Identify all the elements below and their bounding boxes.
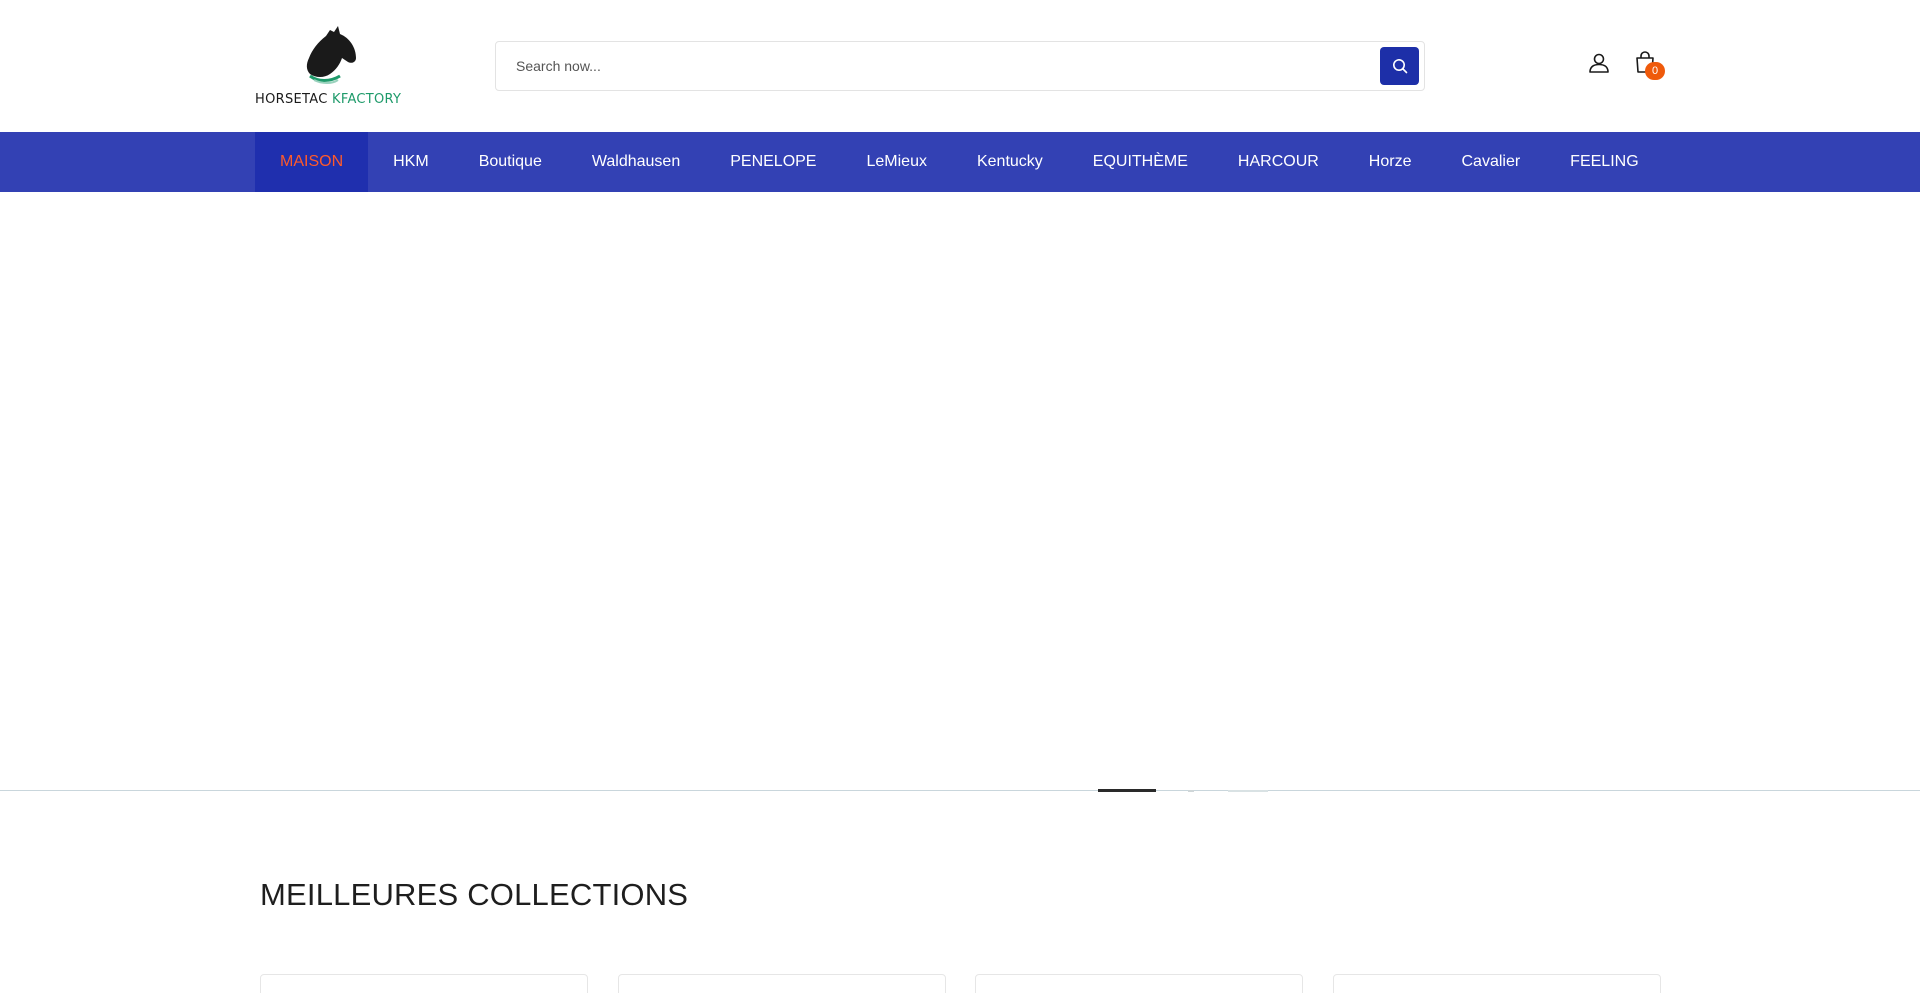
nav-item-feeling[interactable]: FEELING bbox=[1545, 132, 1663, 192]
search-button[interactable] bbox=[1380, 47, 1419, 85]
nav-item-waldhausen[interactable]: Waldhausen bbox=[567, 132, 705, 192]
logo-word-1: HORSETAC bbox=[255, 92, 328, 107]
search-input[interactable] bbox=[516, 42, 1356, 90]
logo-word-2: KFACTORY bbox=[332, 92, 402, 107]
nav-item-lemieux[interactable]: LeMieux bbox=[841, 132, 951, 192]
nav-item-harcour[interactable]: HARCOUR bbox=[1213, 132, 1344, 192]
main-navigation: MAISON HKM Boutique Waldhausen PENELOPE … bbox=[0, 132, 1920, 192]
nav-item-penelope[interactable]: PENELOPE bbox=[705, 132, 841, 192]
site-header: HORSETAC KFACTORY 0 bbox=[0, 0, 1920, 132]
nav-item-horze[interactable]: Horze bbox=[1344, 132, 1437, 192]
collection-card[interactable] bbox=[975, 974, 1303, 993]
nav-item-hkm[interactable]: HKM bbox=[368, 132, 454, 192]
nav-item-cavalier[interactable]: Cavalier bbox=[1436, 132, 1545, 192]
hero-banner bbox=[0, 192, 1920, 791]
nav-item-kentucky[interactable]: Kentucky bbox=[952, 132, 1068, 192]
logo-wordmark: HORSETAC KFACTORY bbox=[255, 92, 401, 107]
site-logo[interactable]: HORSETAC KFACTORY bbox=[255, 24, 415, 110]
hero-image-edge bbox=[1098, 789, 1268, 792]
collections-grid bbox=[260, 974, 1661, 993]
search-bar bbox=[495, 41, 1425, 91]
search-icon bbox=[1392, 59, 1407, 74]
cart-count-badge: 0 bbox=[1645, 62, 1665, 80]
collection-card[interactable] bbox=[260, 974, 588, 993]
user-icon[interactable] bbox=[1587, 51, 1611, 75]
collections-title: MEILLEURES COLLECTIONS bbox=[260, 877, 689, 912]
collection-card[interactable] bbox=[1333, 974, 1661, 993]
nav-item-maison[interactable]: MAISON bbox=[255, 132, 369, 192]
horse-head-icon bbox=[306, 26, 356, 84]
nav-item-equitheme[interactable]: EQUITHÈME bbox=[1068, 132, 1213, 192]
nav-list: MAISON HKM Boutique Waldhausen PENELOPE … bbox=[255, 132, 1664, 192]
nav-item-boutique[interactable]: Boutique bbox=[454, 132, 567, 192]
collection-card[interactable] bbox=[618, 974, 946, 993]
